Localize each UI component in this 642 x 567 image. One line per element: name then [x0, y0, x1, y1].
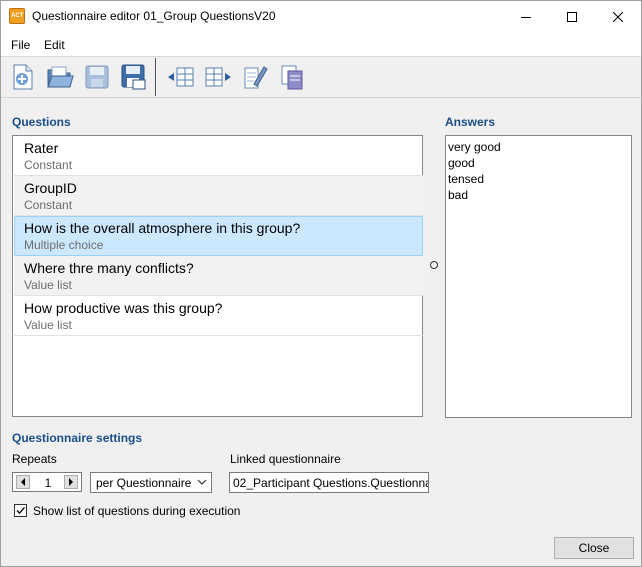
close-window-button[interactable] [595, 1, 641, 32]
show-list-label[interactable]: Show list of questions during execution [33, 504, 240, 518]
linked-questionnaire-label: Linked questionnaire [230, 452, 341, 466]
question-title: How is the overall atmosphere in this gr… [24, 220, 301, 236]
close-icon [613, 11, 623, 22]
linked-questionnaire-field[interactable]: 02_Participant Questions.Questionnaire [229, 472, 429, 493]
answer-item: tensed [448, 172, 485, 186]
answers-label: Answers [445, 115, 496, 129]
maximize-icon [567, 11, 577, 22]
question-type: Multiple choice [24, 238, 104, 252]
question-title: How productive was this group? [24, 300, 223, 316]
answer-item: very good [448, 140, 501, 154]
questions-list[interactable]: Rater Constant GroupID Constant How is t… [12, 135, 423, 417]
repeats-label: Repeats [12, 452, 57, 466]
new-document-icon [13, 64, 33, 90]
splitter-handle[interactable] [430, 261, 438, 269]
question-item[interactable]: How productive was this group? Value lis… [14, 296, 423, 336]
repeats-value[interactable]: 1 [37, 476, 59, 490]
repeat-mode-select[interactable]: per Questionnaire [90, 472, 212, 493]
save-icon [85, 65, 109, 89]
save-as-button[interactable] [120, 62, 148, 92]
linked-questionnaire-value: 02_Participant Questions.Questionnaire [233, 476, 429, 490]
menu-file[interactable]: File [11, 38, 30, 52]
question-title: GroupID [24, 180, 77, 196]
questions-label: Questions [12, 115, 71, 129]
close-button[interactable]: Close [554, 537, 634, 559]
question-title: Where thre many conflicts? [24, 260, 194, 276]
window-title: Questionnaire editor 01_Group QuestionsV… [32, 9, 276, 23]
question-type: Value list [24, 278, 72, 292]
questionnaire-settings-label: Questionnaire settings [12, 431, 143, 445]
answers-list[interactable]: very good good tensed bad [445, 135, 632, 418]
maximize-button[interactable] [549, 1, 595, 32]
edit-icon [244, 66, 268, 89]
chevron-down-icon [197, 479, 207, 485]
question-type: Value list [24, 318, 72, 332]
answer-item: bad [448, 188, 469, 202]
title-bar: ACT Questionnaire editor 01_Group Questi… [1, 1, 641, 32]
open-button[interactable] [46, 62, 74, 92]
repeats-stepper[interactable]: 1 [12, 472, 82, 492]
edit-button[interactable] [241, 62, 269, 92]
toolbar-separator [155, 58, 156, 96]
question-type: Constant [24, 158, 73, 172]
move-right-icon [205, 67, 231, 87]
menu-edit[interactable]: Edit [44, 38, 65, 52]
toolbar [1, 57, 641, 98]
question-type: Constant [24, 198, 73, 212]
move-left-button[interactable] [167, 62, 195, 92]
save-button[interactable] [83, 62, 111, 92]
new-button[interactable] [9, 62, 37, 92]
increment-button[interactable] [64, 475, 78, 489]
save-as-icon [121, 64, 146, 90]
question-item[interactable]: Rater Constant [14, 136, 423, 176]
checkmark-icon [16, 507, 25, 514]
question-title: Rater [24, 140, 59, 156]
decrement-button[interactable] [16, 475, 30, 489]
question-item[interactable]: GroupID Constant [14, 176, 423, 216]
open-folder-icon [47, 66, 74, 88]
minimize-button[interactable] [503, 1, 549, 32]
move-right-button[interactable] [204, 62, 232, 92]
chevron-left-icon [21, 478, 25, 486]
app-icon: ACT [9, 8, 25, 24]
question-item[interactable]: Where thre many conflicts? Value list [14, 256, 423, 296]
questionnaire-editor-window: ACT Questionnaire editor 01_Group Questi… [0, 0, 642, 567]
show-list-checkbox[interactable] [14, 504, 27, 517]
repeat-mode-value: per Questionnaire [96, 476, 192, 490]
minimize-icon [521, 16, 531, 18]
move-left-icon [168, 67, 194, 87]
answer-item: good [448, 156, 475, 170]
copy-icon [281, 65, 303, 90]
chevron-right-icon [69, 478, 73, 486]
question-item-selected[interactable]: How is the overall atmosphere in this gr… [14, 216, 423, 256]
menu-bar: File Edit [1, 32, 641, 57]
copy-button[interactable] [278, 62, 306, 92]
